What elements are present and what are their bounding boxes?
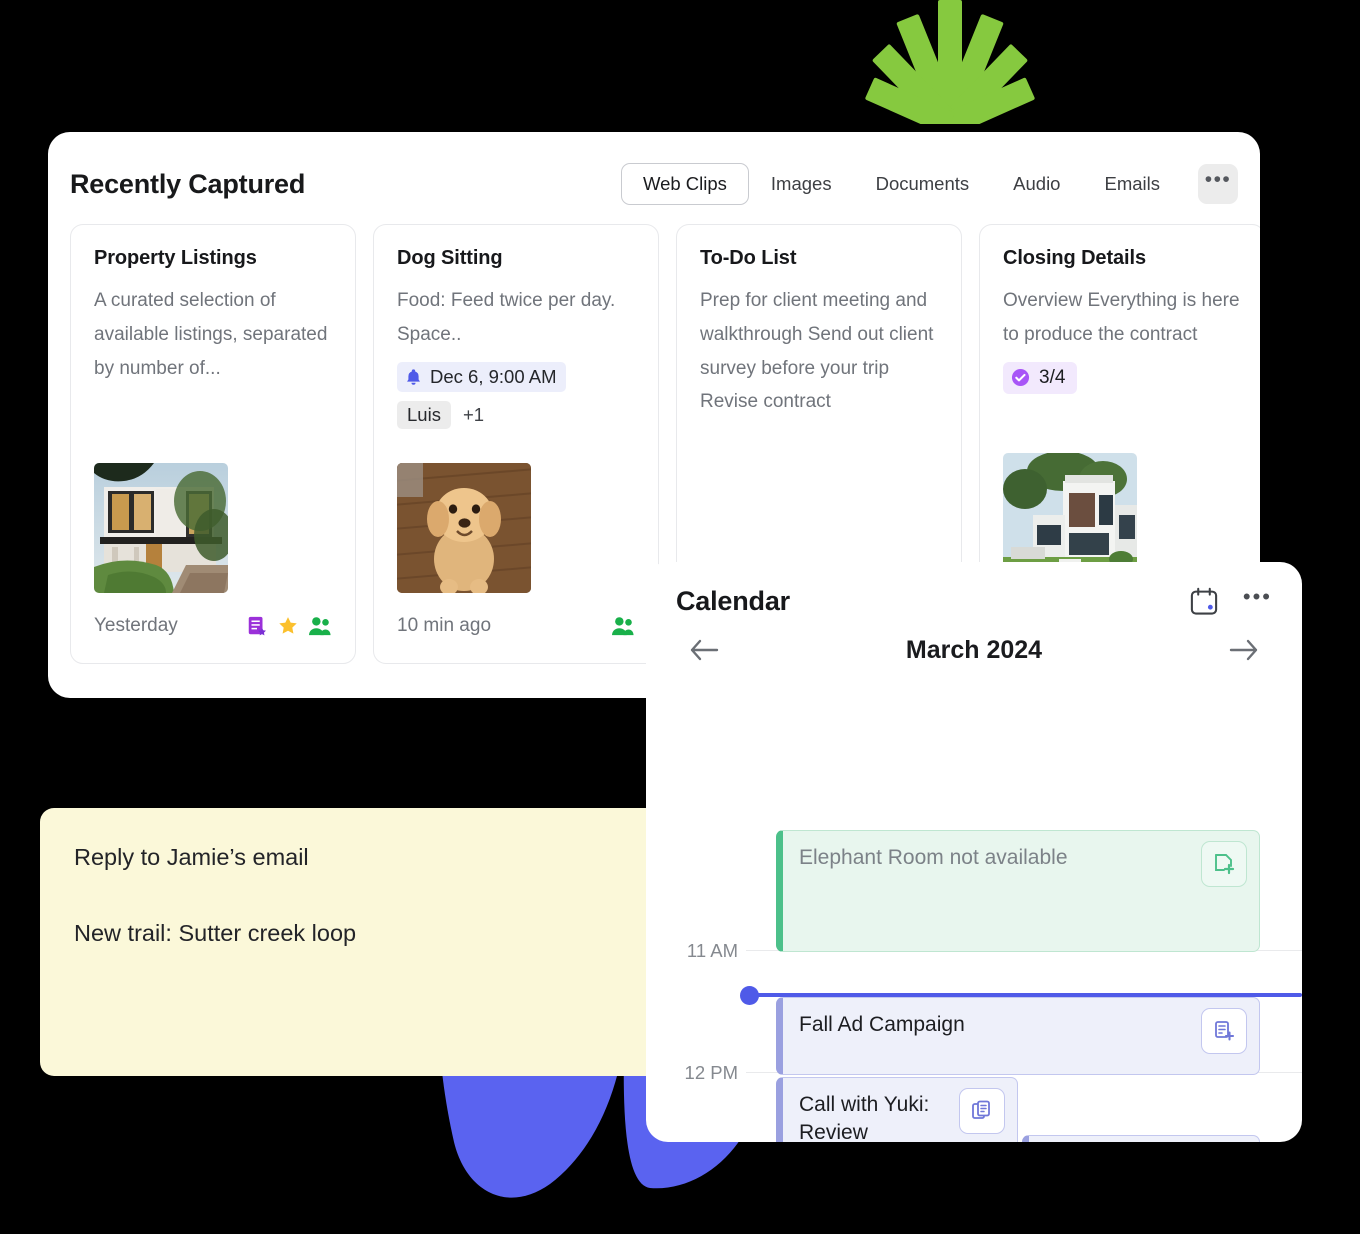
tab-audio[interactable]: Audio <box>991 163 1082 205</box>
card-reminder-row: Dec 6, 9:00 AM Luis +1 <box>397 361 635 429</box>
tab-documents[interactable]: Documents <box>854 163 992 205</box>
people-icon[interactable] <box>308 615 332 637</box>
screenshot-stage: Recently Captured Web Clips Images Docum… <box>0 0 1360 1234</box>
add-note-icon[interactable] <box>1201 1008 1247 1054</box>
hour-label-12pm: 12 PM <box>684 1062 738 1083</box>
page-title: Recently Captured <box>70 168 306 199</box>
assignee-chip[interactable]: Luis <box>397 400 451 429</box>
card-footer-icons <box>611 615 635 637</box>
calendar-event-team-onboarding-call[interactable]: Team Onboarding call <box>1022 1135 1260 1142</box>
sticky-note-line: Reply to Jamie’s email <box>74 844 309 870</box>
calendar-event-call-with-yuki[interactable]: Call with Yuki: Review <box>776 1077 1018 1142</box>
event-title: Fall Ad Campaign <box>799 1013 965 1036</box>
check-circle-icon <box>1011 369 1030 387</box>
hour-label-11am: 11 AM <box>686 940 738 961</box>
tab-web-clips[interactable]: Web Clips <box>620 163 749 205</box>
card-thumbnail-house[interactable] <box>94 463 228 593</box>
reminder-chip[interactable]: Dec 6, 9:00 AM <box>397 361 567 392</box>
add-note-icon[interactable] <box>1201 841 1247 887</box>
card-title: Dog Sitting <box>397 247 503 269</box>
card-dog-sitting[interactable]: Dog Sitting Food: Feed twice per day. Sp… <box>373 224 659 664</box>
next-month-button[interactable] <box>1222 633 1264 667</box>
card-title: To-Do List <box>700 247 797 269</box>
note-star-icon[interactable] <box>246 615 268 637</box>
card-thumbnail-puppy[interactable] <box>397 463 531 593</box>
bell-icon <box>407 368 420 385</box>
card-property-listings[interactable]: Property Listings A curated selection of… <box>70 224 356 664</box>
card-title: Closing Details <box>1003 247 1146 269</box>
calendar-icon[interactable] <box>1189 587 1219 617</box>
copy-note-icon[interactable] <box>959 1088 1005 1134</box>
more-options-icon[interactable]: ••• <box>1198 164 1238 204</box>
star-icon[interactable] <box>277 615 299 637</box>
calendar-header-icons: ••• <box>1189 586 1272 617</box>
event-title: Elephant Room not available <box>799 846 1068 869</box>
tab-images[interactable]: Images <box>749 163 854 205</box>
calendar-title: Calendar <box>676 586 790 616</box>
content-type-tabs: Web Clips Images Documents Audio Emails … <box>620 163 1238 205</box>
event-title: Call with Yuki: Review <box>799 1093 930 1142</box>
calendar-timeline-grid[interactable]: 11 AM 12 PM 1 PM Elephant Room not avail… <box>646 685 1302 1142</box>
people-icon[interactable] <box>611 615 635 637</box>
card-title: Property Listings <box>94 247 257 269</box>
card-timestamp: Yesterday <box>94 615 178 636</box>
card-assignees: Luis +1 <box>397 400 635 429</box>
tab-emails[interactable]: Emails <box>1082 163 1182 205</box>
calendar-event-elephant-room[interactable]: Elephant Room not available <box>776 830 1260 952</box>
panel-header: Recently Captured Web Clips Images Docum… <box>48 158 1260 210</box>
card-body: Food: Feed twice per day. Space.. <box>397 290 616 345</box>
card-body: Prep for client meeting and walkthrough … <box>700 290 934 413</box>
more-icon[interactable]: ••• <box>1243 586 1272 609</box>
progress-text: 3/4 <box>1039 366 1066 388</box>
sticky-note-line: New trail: Sutter creek loop <box>74 919 357 946</box>
card-footer-icons <box>246 615 332 637</box>
previous-month-button[interactable] <box>684 633 726 667</box>
progress-badge[interactable]: 3/4 <box>1003 361 1078 394</box>
card-progress-row: 3/4 <box>1003 361 1241 394</box>
card-body: A curated selection of available listing… <box>94 290 328 379</box>
calendar-panel: Calendar ••• March 2024 11 AM 12 PM Elep… <box>646 562 1302 1142</box>
sticky-note[interactable]: Reply to Jamie’s email New trail: Sutter… <box>40 808 660 1076</box>
calendar-event-fall-ad-campaign[interactable]: Fall Ad Campaign <box>776 997 1260 1075</box>
card-body: Overview Everything is here to produce t… <box>1003 290 1240 345</box>
calendar-month-nav: March 2024 <box>646 617 1302 667</box>
assignee-overflow[interactable]: +1 <box>463 404 484 426</box>
starburst-decoration <box>865 0 1035 124</box>
card-timestamp: 10 min ago <box>397 615 492 636</box>
card-footer: 10 min ago <box>397 615 635 637</box>
calendar-month-label: March 2024 <box>905 635 1043 664</box>
current-time-dot <box>740 986 759 1005</box>
card-footer: Yesterday <box>94 615 332 637</box>
calendar-header: Calendar ••• <box>646 562 1302 617</box>
reminder-text: Dec 6, 9:00 AM <box>430 365 557 387</box>
